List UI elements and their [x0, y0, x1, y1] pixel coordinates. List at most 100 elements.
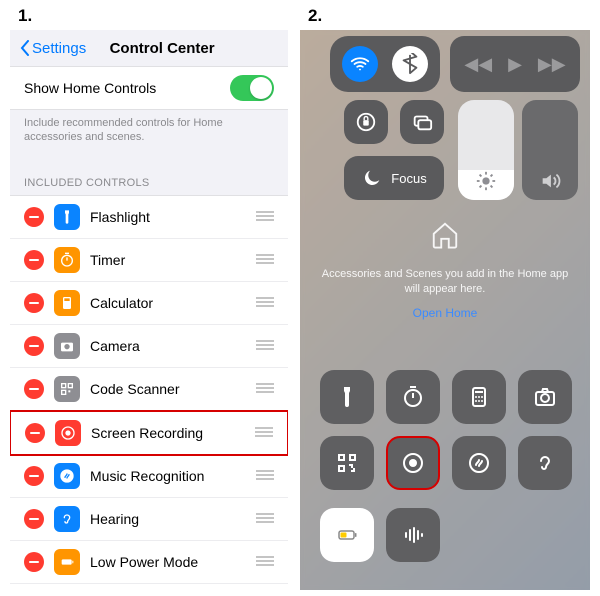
- brightness-slider[interactable]: [458, 100, 514, 200]
- row-label: Low Power Mode: [90, 554, 256, 570]
- drag-handle-icon[interactable]: [256, 553, 274, 571]
- volume-slider[interactable]: [522, 100, 578, 200]
- home-text: Accessories and Scenes you add in the Ho…: [320, 267, 570, 298]
- drag-handle-icon[interactable]: [256, 510, 274, 528]
- included-header: INCLUDED CONTROLS: [10, 159, 288, 195]
- battery-icon: [54, 549, 80, 575]
- row-label: Show Home Controls: [24, 80, 230, 96]
- screen-mirroring-icon: [411, 111, 433, 133]
- timer-icon: [401, 385, 425, 409]
- ear-icon: [533, 451, 557, 475]
- drag-handle-icon[interactable]: [256, 208, 274, 226]
- voice-memos-tile[interactable]: [386, 508, 440, 562]
- remove-button[interactable]: [24, 509, 44, 529]
- sun-icon: [475, 170, 497, 192]
- open-home-link[interactable]: Open Home: [320, 306, 570, 320]
- hearing-tile[interactable]: [518, 436, 572, 490]
- toggle-switch[interactable]: [230, 75, 274, 101]
- control-row-hearing[interactable]: Hearing: [10, 498, 288, 541]
- home-accessories-area: Accessories and Scenes you add in the Ho…: [320, 220, 570, 320]
- page-title: Control Center: [46, 40, 278, 57]
- control-icons-row2: [320, 508, 440, 562]
- waveform-icon: [401, 523, 425, 547]
- play-icon[interactable]: ▶: [508, 54, 522, 75]
- control-row-code-scanner[interactable]: Code Scanner: [10, 368, 288, 411]
- flashlight-tile[interactable]: [320, 370, 374, 424]
- camera-tile[interactable]: [518, 370, 572, 424]
- timer-tile[interactable]: [386, 370, 440, 424]
- remove-button[interactable]: [24, 552, 44, 572]
- included-controls-list: Flashlight Timer Calculator Camera Code Scan…: [10, 195, 288, 590]
- remove-button[interactable]: [24, 250, 44, 270]
- drag-handle-icon[interactable]: [256, 251, 274, 269]
- row-label: Camera: [90, 338, 256, 354]
- camera-icon: [54, 333, 80, 359]
- row-label: Hearing: [90, 511, 256, 527]
- forward-icon[interactable]: ▶▶: [538, 54, 566, 75]
- ear-icon: [54, 506, 80, 532]
- row-label: Code Scanner: [90, 381, 256, 397]
- control-row-flashlight[interactable]: Flashlight: [10, 196, 288, 239]
- drag-handle-icon[interactable]: [256, 380, 274, 398]
- shazam-icon: [467, 451, 491, 475]
- home-icon: [320, 220, 570, 257]
- orientation-lock-tile[interactable]: [344, 100, 388, 144]
- control-row-camera[interactable]: Camera: [10, 325, 288, 368]
- remove-button[interactable]: [24, 293, 44, 313]
- focus-tile[interactable]: Focus: [344, 156, 444, 200]
- row-label: Calculator: [90, 295, 256, 311]
- settings-panel: Settings Control Center Show Home Contro…: [10, 30, 288, 590]
- home-controls-section: Show Home Controls: [10, 66, 288, 110]
- drag-handle-icon[interactable]: [256, 294, 274, 312]
- connectivity-tile[interactable]: [330, 36, 440, 92]
- step-1-label: 1.: [18, 6, 32, 26]
- show-home-controls-row[interactable]: Show Home Controls: [10, 67, 288, 109]
- remove-button[interactable]: [25, 423, 45, 443]
- screen-recording-tile[interactable]: [386, 436, 440, 490]
- low-power-tile[interactable]: [320, 508, 374, 562]
- control-row-calculator[interactable]: Calculator: [10, 282, 288, 325]
- control-row-timer[interactable]: Timer: [10, 239, 288, 282]
- moon-icon: [361, 167, 383, 189]
- code-scanner-tile[interactable]: [320, 436, 374, 490]
- speaker-icon: [539, 170, 561, 192]
- home-controls-footnote: Include recommended controls for Home ac…: [10, 110, 288, 159]
- focus-label: Focus: [391, 171, 426, 186]
- control-icons-grid: [320, 370, 580, 490]
- row-label: Screen Recording: [91, 425, 255, 441]
- media-controls-tile[interactable]: ◀◀ ▶ ▶▶: [450, 36, 580, 92]
- control-row-voice-memos[interactable]: Voice Memos: [10, 584, 288, 590]
- nav-bar: Settings Control Center: [10, 30, 288, 66]
- bluetooth-button[interactable]: [392, 46, 428, 82]
- drag-handle-icon[interactable]: [256, 337, 274, 355]
- control-row-low-power-mode[interactable]: Low Power Mode: [10, 541, 288, 584]
- drag-handle-icon[interactable]: [255, 424, 273, 442]
- control-row-music-recognition[interactable]: Music Recognition: [10, 455, 288, 498]
- row-label: Flashlight: [90, 209, 256, 225]
- step-2-label: 2.: [308, 6, 322, 26]
- record-icon: [401, 451, 425, 475]
- row-label: Music Recognition: [90, 468, 256, 484]
- remove-button[interactable]: [24, 379, 44, 399]
- lock-rotation-icon: [355, 111, 377, 133]
- drag-handle-icon[interactable]: [256, 467, 274, 485]
- chevron-left-icon: [20, 40, 30, 56]
- rewind-icon[interactable]: ◀◀: [464, 54, 492, 75]
- row-label: Timer: [90, 252, 256, 268]
- calculator-tile[interactable]: [452, 370, 506, 424]
- qrcode-icon: [54, 376, 80, 402]
- remove-button[interactable]: [24, 336, 44, 356]
- calculator-icon: [467, 385, 491, 409]
- flashlight-icon: [335, 385, 359, 409]
- remove-button[interactable]: [24, 466, 44, 486]
- control-row-screen-recording[interactable]: Screen Recording: [10, 410, 288, 456]
- shazam-tile[interactable]: [452, 436, 506, 490]
- screen-mirroring-tile[interactable]: [400, 100, 444, 144]
- record-icon: [55, 420, 81, 446]
- flashlight-icon: [54, 204, 80, 230]
- calculator-icon: [54, 290, 80, 316]
- wifi-button[interactable]: [342, 46, 378, 82]
- remove-button[interactable]: [24, 207, 44, 227]
- bluetooth-icon: [399, 53, 421, 75]
- control-center-panel: ◀◀ ▶ ▶▶ Focus Accessories and Scenes you…: [300, 30, 590, 590]
